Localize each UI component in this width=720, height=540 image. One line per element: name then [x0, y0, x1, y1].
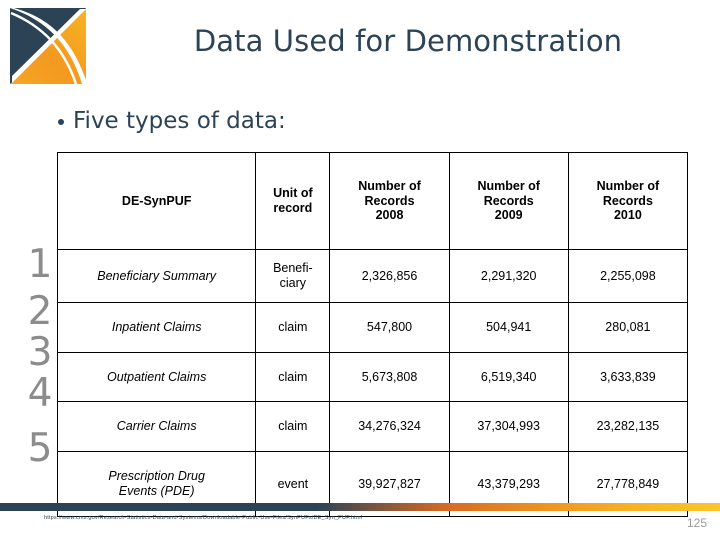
source-url[interactable]: https://www.cms.gov/Research-Statistics-…: [44, 515, 362, 522]
cell-2009: 6,519,340: [448, 352, 569, 402]
header-dataset: DE-SynPUF: [56, 152, 257, 250]
bullet-item: Five types of data:: [58, 108, 286, 134]
numeral-2: 2: [27, 289, 53, 334]
table-row: Carrier Claims claim 34,276,324 37,304,9…: [56, 401, 689, 452]
cell-label: Inpatient Claims: [56, 302, 257, 353]
gradient-divider: [0, 503, 720, 511]
cell-label: Beneficiary Summary: [56, 249, 257, 303]
numeral-5: 5: [27, 426, 53, 471]
cell-2010: 280,081: [567, 302, 689, 353]
table-row: Beneficiary Summary Benefi- ciary 2,326,…: [56, 249, 689, 303]
cell-2008: 2,326,856: [329, 249, 450, 303]
header-records-2008: Number of Records 2008: [329, 152, 450, 250]
data-table: DE-SynPUF Unit of record Number of Recor…: [56, 152, 689, 517]
cell-2009: 2,291,320: [448, 249, 569, 303]
slide-canvas: Data Used for Demonstration Five types o…: [0, 0, 720, 540]
header-records-2009: Number of Records 2009: [448, 152, 569, 250]
cell-2008: 34,276,324: [329, 401, 450, 452]
cell-2010: 3,633,839: [567, 352, 689, 402]
table-row: Inpatient Claims claim 547,800 504,941 2…: [56, 302, 689, 353]
cell-label: Carrier Claims: [56, 401, 257, 452]
cell-unit: claim: [255, 302, 331, 353]
x-mark-logo: [8, 6, 90, 88]
table-header-row: DE-SynPUF Unit of record Number of Recor…: [56, 152, 689, 250]
cell-unit: claim: [255, 401, 331, 452]
page-title: Data Used for Demonstration: [193, 24, 623, 58]
cell-label: Outpatient Claims: [56, 352, 257, 402]
data-table-container: DE-SynPUF Unit of record Number of Recor…: [56, 152, 689, 517]
numeral-3: 3: [27, 330, 53, 375]
bullet-text: Five types of data:: [73, 108, 286, 134]
numeral-4: 4: [27, 371, 53, 416]
cell-2009: 37,304,993: [448, 401, 569, 452]
bullet-dot-icon: [58, 119, 64, 125]
cell-unit: claim: [255, 352, 331, 402]
cell-2010: 23,282,135: [567, 401, 689, 452]
cell-unit: Benefi- ciary: [255, 249, 331, 303]
cell-2008: 547,800: [329, 302, 450, 353]
table-row: Outpatient Claims claim 5,673,808 6,519,…: [56, 352, 689, 402]
cell-2010: 2,255,098: [567, 249, 689, 303]
cell-2008: 5,673,808: [329, 352, 450, 402]
page-number: 125: [686, 516, 707, 530]
numeral-1: 1: [27, 242, 53, 287]
row-numerals: 1 2 3 4 5: [18, 245, 62, 468]
header-unit-of-record: Unit of record: [255, 152, 331, 250]
cell-2009: 504,941: [448, 302, 569, 353]
header-records-2010: Number of Records 2010: [567, 152, 689, 250]
